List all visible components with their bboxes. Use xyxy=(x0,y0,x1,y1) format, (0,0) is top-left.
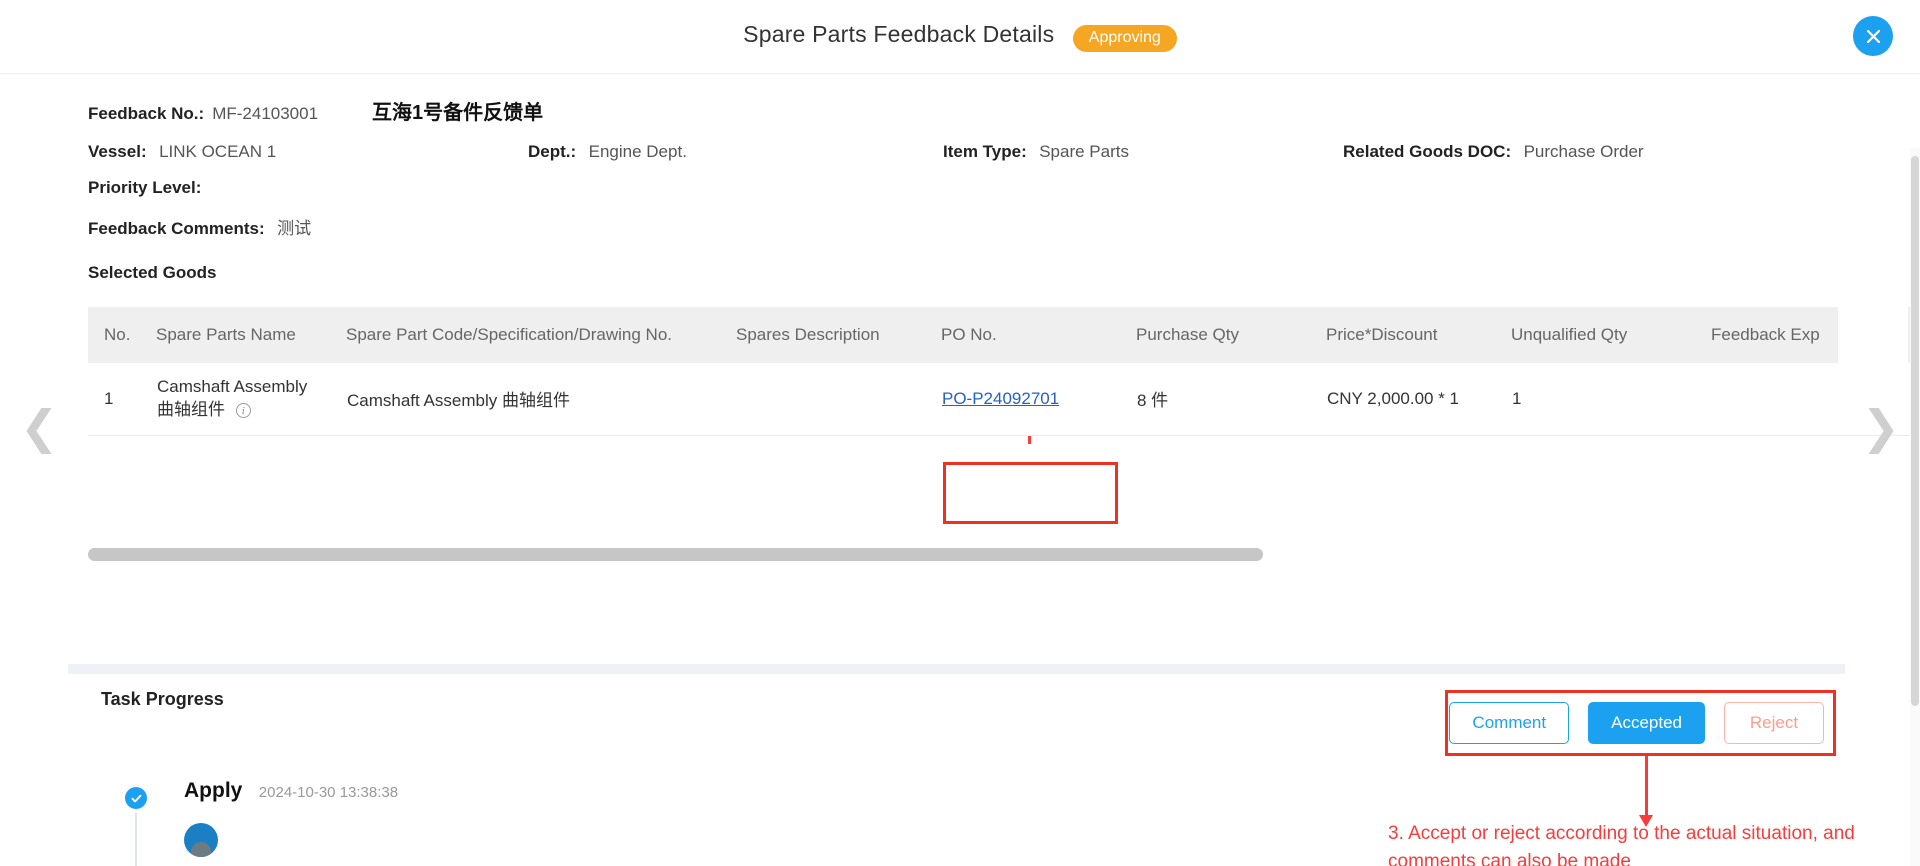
cell-no: 1 xyxy=(88,363,156,436)
close-button[interactable] xyxy=(1853,16,1893,56)
cell-spare-parts-name: Camshaft Assembly 曲轴组件 i xyxy=(156,363,346,436)
table-right-mask xyxy=(1838,307,1908,363)
spare-parts-feedback-modal: Spare Parts Feedback Details Approving F… xyxy=(0,0,1920,866)
page-title: Spare Parts Feedback Details xyxy=(743,21,1055,48)
annotation-arrow-down-icon xyxy=(1639,756,1653,827)
modal-title-wrap: Spare Parts Feedback Details Approving xyxy=(743,21,1177,52)
item-type-label: Item Type: xyxy=(943,142,1027,161)
table-hscrollbar-thumb[interactable] xyxy=(88,548,1263,561)
item-type-value: Spare Parts xyxy=(1039,142,1129,161)
comments-row: Feedback Comments: 测试 xyxy=(88,214,1920,239)
timeline-step-name: Apply xyxy=(184,779,243,802)
table-header-row: No. Spare Parts Name Spare Part Code/Spe… xyxy=(88,307,1911,363)
info-icon[interactable]: i xyxy=(235,402,251,418)
related-doc-field: Related Goods DOC: Purchase Order xyxy=(1343,142,1763,162)
col-spare-parts-name: Spare Parts Name xyxy=(156,307,346,363)
timeline-step-header: Apply 2024-10-30 13:38:38 xyxy=(184,779,398,803)
meta-row: Vessel: LINK OCEAN 1 Dept.: Engine Dept.… xyxy=(88,142,1838,162)
spare-part-name-text: Camshaft Assembly 曲轴组件 i xyxy=(157,376,345,422)
dept-value: Engine Dept. xyxy=(588,142,687,161)
modal-body: Feedback No.: MF-24103001 互海1号备件反馈单 Vess… xyxy=(0,74,1920,866)
vessel-field: Vessel: LINK OCEAN 1 xyxy=(88,142,528,162)
col-no: No. xyxy=(88,307,156,363)
feedback-no-value: MF-24103001 xyxy=(212,104,319,123)
comment-button[interactable]: Comment xyxy=(1449,702,1570,744)
cell-spares-description xyxy=(736,363,941,436)
po-link-highlight-box xyxy=(943,462,1118,524)
section-divider-band xyxy=(68,664,1845,674)
document-title: 互海1号备件反馈单 xyxy=(372,102,544,124)
feedback-info-block: Feedback No.: MF-24103001 互海1号备件反馈单 Vess… xyxy=(0,74,1920,283)
item-type-field: Item Type: Spare Parts xyxy=(943,142,1343,162)
dept-field: Dept.: Engine Dept. xyxy=(528,142,943,162)
selected-goods-heading: Selected Goods xyxy=(88,263,217,282)
related-doc-value: Purchase Order xyxy=(1523,142,1644,161)
cell-unqualified-qty: 1 xyxy=(1511,363,1711,436)
comments-label: Feedback Comments: xyxy=(88,219,265,238)
table-body: 1 Camshaft Assembly 曲轴组件 i Camshaft Asse… xyxy=(88,363,1911,436)
prev-record-button[interactable]: ❮ xyxy=(20,400,59,454)
annotation-bottom-note: 3. Accept or reject according to the act… xyxy=(1388,823,1855,866)
timeline-step-time: 2024-10-30 13:38:38 xyxy=(258,784,399,801)
accepted-button[interactable]: Accepted xyxy=(1588,702,1705,744)
status-badge: Approving xyxy=(1072,24,1177,52)
vessel-label: Vessel: xyxy=(88,142,147,161)
close-icon xyxy=(1864,27,1883,46)
col-price-discount: Price*Discount xyxy=(1326,307,1511,363)
spare-part-name-en: Camshaft Assembly xyxy=(157,376,308,396)
col-unqualified-qty: Unqualified Qty xyxy=(1511,307,1711,363)
cell-purchase-qty: 8 件 xyxy=(1136,363,1326,436)
feedback-no-row: Feedback No.: MF-24103001 互海1号备件反馈单 xyxy=(88,96,1920,125)
col-spare-part-code: Spare Part Code/Specification/Drawing No… xyxy=(346,307,736,363)
selected-goods-table-wrap: No. Spare Parts Name Spare Part Code/Spe… xyxy=(88,307,1911,436)
cell-po-no: PO-P24092701 xyxy=(941,363,1136,436)
reject-button[interactable]: Reject xyxy=(1724,702,1824,744)
avatar xyxy=(184,823,218,857)
cell-price-discount: CNY 2,000.00 * 1 xyxy=(1326,363,1511,436)
action-buttons: Comment Accepted Reject xyxy=(1449,702,1824,744)
spare-part-name-cn: 曲轴组件 xyxy=(157,399,225,419)
col-spares-description: Spares Description xyxy=(736,307,941,363)
timeline-connector xyxy=(135,813,137,866)
table-header: No. Spare Parts Name Spare Part Code/Spe… xyxy=(88,307,1911,363)
modal-header: Spare Parts Feedback Details Approving xyxy=(0,0,1920,74)
related-doc-label: Related Goods DOC: xyxy=(1343,142,1512,161)
vessel-value: LINK OCEAN 1 xyxy=(159,142,277,161)
task-progress-section: Task Progress Apply 2024-10-30 13:38:38 … xyxy=(0,689,1920,866)
po-number-link[interactable]: PO-P24092701 xyxy=(942,389,1059,408)
timeline-check-icon xyxy=(125,787,147,809)
dept-label: Dept.: xyxy=(528,142,577,161)
table-row: 1 Camshaft Assembly 曲轴组件 i Camshaft Asse… xyxy=(88,363,1911,436)
cell-spare-part-code: Camshaft Assembly 曲轴组件 xyxy=(346,363,736,436)
comments-value: 测试 xyxy=(277,219,312,238)
selected-goods-table: No. Spare Parts Name Spare Part Code/Spe… xyxy=(88,307,1911,436)
priority-row: Priority Level: xyxy=(88,178,1920,198)
next-record-button[interactable]: ❯ xyxy=(1861,400,1900,454)
col-purchase-qty: Purchase Qty xyxy=(1136,307,1326,363)
priority-label: Priority Level: xyxy=(88,178,202,197)
col-po-no: PO No. xyxy=(941,307,1136,363)
feedback-no-label: Feedback No.: xyxy=(88,104,205,123)
page-scrollbar-thumb[interactable] xyxy=(1911,156,1919,706)
